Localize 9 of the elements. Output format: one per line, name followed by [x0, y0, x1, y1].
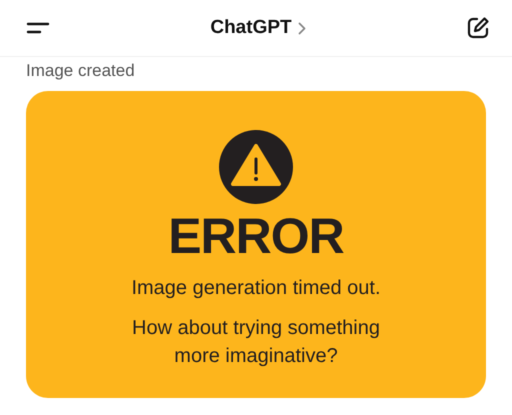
chevron-icon [298, 22, 306, 34]
model-selector[interactable]: ChatGPT [210, 17, 306, 39]
warning-icon [219, 130, 293, 204]
status-text: Image created [25, 60, 136, 82]
error-heading: ERROR [168, 211, 344, 261]
suggestion-text: How about trying something more imaginative? [132, 316, 380, 369]
new-chat-icon[interactable] [466, 16, 490, 40]
menu-icon[interactable] [26, 22, 50, 34]
error-message: Image generation timed out. [131, 277, 381, 300]
